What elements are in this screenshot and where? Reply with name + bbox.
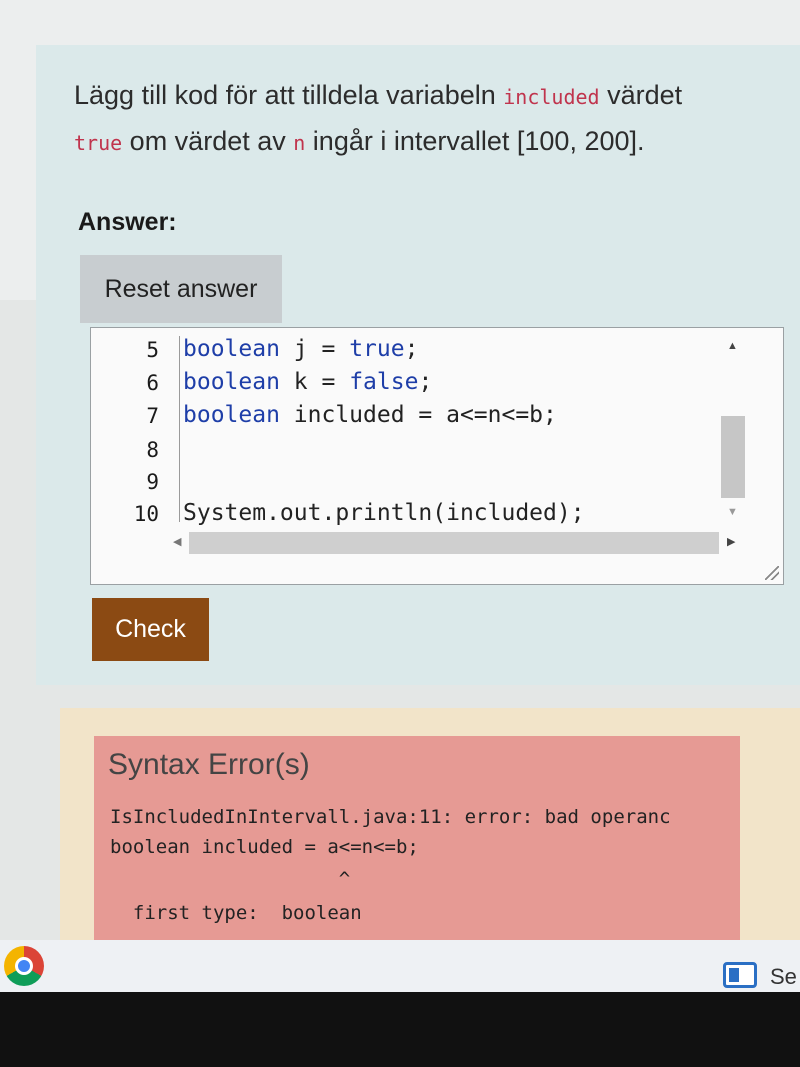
line-number: 7	[146, 404, 159, 428]
code-text: j =	[279, 336, 350, 362]
scroll-left-arrow-icon[interactable]: ◀	[173, 535, 181, 548]
keyword: boolean	[183, 402, 280, 428]
question-text-part: värdet	[599, 80, 683, 110]
reset-answer-button[interactable]: Reset answer	[80, 255, 282, 323]
screen-bezel	[0, 992, 800, 1067]
question-text-part: Lägg till kod för att tilldela variabeln	[74, 80, 504, 110]
syntax-error-box: Syntax Error(s) IsIncludedInIntervall.ja…	[94, 736, 740, 948]
keyword: boolean	[183, 369, 280, 395]
line-number: 5	[146, 338, 159, 362]
question-text-part: ingår i intervallet [100, 200].	[305, 126, 645, 156]
question-text-part: om värdet av	[122, 126, 294, 156]
code-line-10[interactable]: System.out.println(included);	[183, 500, 585, 526]
news-icon[interactable]	[723, 962, 757, 988]
error-message-line: first type: boolean	[110, 902, 362, 924]
keyword: true	[349, 336, 405, 362]
code-line-5[interactable]: boolean j = true;	[183, 336, 418, 362]
scroll-up-arrow-icon[interactable]: ▲	[727, 340, 738, 352]
line-number: 8	[146, 438, 159, 462]
code-line-7[interactable]: boolean included = a<=n<=b;	[183, 402, 557, 428]
scroll-right-arrow-icon[interactable]: ▶	[727, 535, 735, 548]
horizontal-scroll-thumb[interactable]	[189, 532, 719, 554]
error-message-line: boolean included = a<=n<=b;	[110, 836, 419, 858]
resize-grip-icon[interactable]	[765, 566, 779, 580]
feedback-card: Syntax Error(s) IsIncludedInIntervall.ja…	[60, 708, 800, 948]
line-number: 6	[146, 371, 159, 395]
question-text: Lägg till kod för att tilldela variabeln…	[74, 73, 774, 165]
code-text: k =	[279, 369, 350, 395]
line-number: 10	[133, 502, 159, 526]
answer-label: Answer:	[78, 208, 177, 236]
question-card: Lägg till kod för att tilldela variabeln…	[36, 45, 800, 685]
code-included: included	[503, 85, 600, 109]
code-line-6[interactable]: boolean k = false;	[183, 369, 432, 395]
gutter-divider	[179, 336, 180, 522]
taskbar: Se	[0, 940, 800, 992]
code-text: System.out.println(included);	[183, 500, 585, 526]
taskbar-search-label[interactable]: Se	[770, 964, 797, 990]
check-button[interactable]: Check	[92, 598, 209, 661]
code-n: n	[293, 131, 306, 155]
vertical-scroll-thumb[interactable]	[721, 416, 745, 498]
code-text: ;	[418, 369, 433, 395]
chrome-icon[interactable]	[4, 946, 44, 986]
code-text: ;	[404, 336, 419, 362]
code-editor[interactable]: 5 6 7 8 9 10 boolean j = true; boolean k…	[90, 327, 784, 585]
line-number-gutter: 5 6 7 8 9 10	[91, 328, 179, 526]
keyword: false	[349, 369, 419, 395]
error-title: Syntax Error(s)	[108, 748, 310, 781]
keyword: boolean	[183, 336, 280, 362]
line-number: 9	[146, 470, 159, 494]
scroll-down-arrow-icon[interactable]: ▼	[727, 506, 738, 518]
error-message-line: ^	[110, 868, 351, 890]
vertical-scrollbar[interactable]: ▲ ▼	[721, 340, 745, 518]
error-message-line: IsIncludedInIntervall.java:11: error: ba…	[110, 806, 671, 828]
code-text: included = a<=n<=b;	[279, 402, 557, 428]
code-true: true	[74, 131, 123, 155]
